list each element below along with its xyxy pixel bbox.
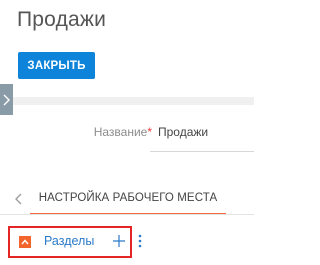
tab-bar: НАСТРОЙКА РАБОЧЕГО МЕСТА — [0, 183, 254, 215]
sections-label[interactable]: Разделы — [44, 234, 94, 248]
chevron-left-icon — [15, 193, 22, 205]
add-section-button[interactable] — [112, 234, 126, 248]
tab-divider — [0, 214, 254, 215]
header-divider-band — [0, 97, 254, 105]
plus-icon — [113, 235, 125, 247]
name-field-label: Название* — [94, 125, 152, 139]
name-field-row: Название* Продажи — [0, 125, 254, 143]
side-panel-toggle[interactable] — [0, 84, 13, 115]
more-options-button[interactable] — [136, 233, 144, 249]
tab-workplace-settings[interactable]: НАСТРОЙКА РАБОЧЕГО МЕСТА — [30, 183, 226, 215]
sections-group-highlight: Разделы — [8, 226, 132, 258]
chevron-right-icon — [3, 94, 10, 105]
collapse-icon — [21, 239, 29, 245]
tab-scroll-left-button[interactable] — [12, 192, 26, 206]
name-field-underline — [150, 151, 254, 152]
close-button[interactable]: ЗАКРЫТЬ — [18, 52, 95, 79]
required-mark: * — [147, 125, 152, 139]
name-field-input[interactable]: Продажи — [158, 125, 208, 139]
name-field-label-text: Название — [93, 125, 148, 139]
page-title: Продажи — [17, 8, 107, 31]
vertical-dots-icon — [138, 234, 142, 248]
page: Продажи ЗАКРЫТЬ Название* Продажи НАСТРО… — [0, 0, 254, 265]
collapse-toggle[interactable] — [19, 236, 31, 248]
